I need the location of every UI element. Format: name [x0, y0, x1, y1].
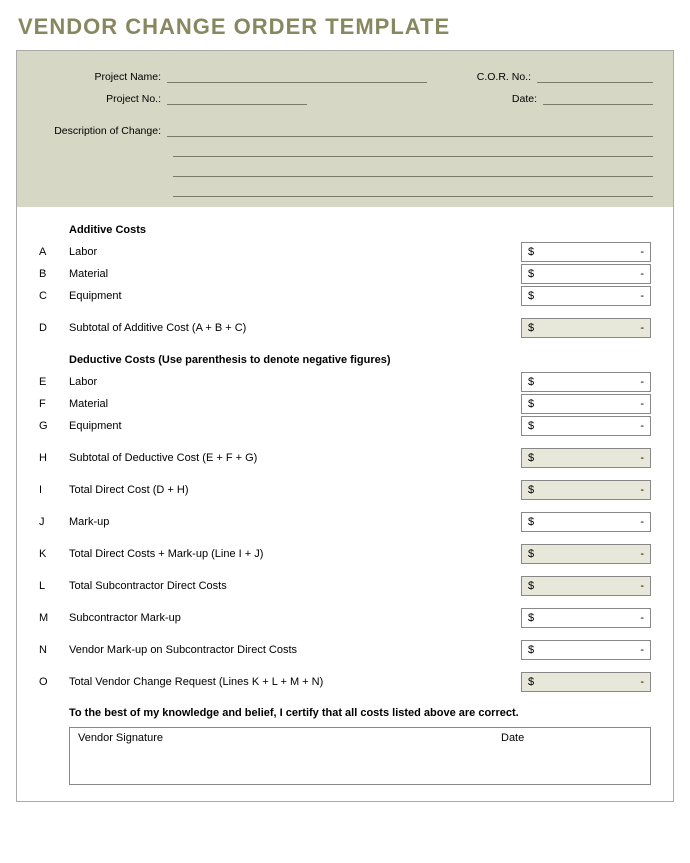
row-c-value[interactable]: $- [521, 286, 651, 306]
row-m-code: M [39, 612, 69, 624]
row-a: A Labor $- [39, 241, 651, 263]
row-c-code: C [39, 290, 69, 302]
row-a-label: Labor [69, 246, 521, 258]
row-d-value[interactable]: $- [521, 318, 651, 338]
description-field-line3[interactable] [173, 157, 653, 177]
row-i-label: Total Direct Cost (D + H) [69, 484, 521, 496]
row-o-label: Total Vendor Change Request (Lines K + L… [69, 676, 521, 688]
row-h-label: Subtotal of Deductive Cost (E + F + G) [69, 452, 521, 464]
row-d: D Subtotal of Additive Cost (A + B + C) … [39, 317, 651, 339]
row-f-label: Material [69, 398, 521, 410]
row-k-label: Total Direct Costs + Mark-up (Line I + J… [69, 548, 521, 560]
deductive-costs-heading-text: Deductive Costs (Use parenthesis to deno… [69, 354, 651, 366]
description-field-line4[interactable] [173, 177, 653, 197]
row-h: H Subtotal of Deductive Cost (E + F + G)… [39, 447, 651, 469]
row-k-code: K [39, 548, 69, 560]
row-f-value[interactable]: $- [521, 394, 651, 414]
row-a-code: A [39, 246, 69, 258]
row-n: N Vendor Mark-up on Subcontractor Direct… [39, 639, 651, 661]
deductive-costs-heading: Deductive Costs (Use parenthesis to deno… [39, 349, 651, 371]
row-m-label: Subcontractor Mark-up [69, 612, 521, 624]
row-j: J Mark-up $- [39, 511, 651, 533]
page-title: VENDOR CHANGE ORDER TEMPLATE [0, 0, 690, 50]
project-no-field[interactable] [167, 91, 307, 105]
cor-no-label: C.O.R. No.: [427, 71, 537, 83]
row-a-value[interactable]: $- [521, 242, 651, 262]
row-j-label: Mark-up [69, 516, 521, 528]
vendor-signature-label: Vendor Signature [78, 732, 501, 784]
description-field-line2[interactable] [173, 137, 653, 157]
row-b-code: B [39, 268, 69, 280]
row-l: L Total Subcontractor Direct Costs $- [39, 575, 651, 597]
row-g: G Equipment $- [39, 415, 651, 437]
form-frame: Project Name: C.O.R. No.: Project No.: D… [16, 50, 674, 802]
row-o: O Total Vendor Change Request (Lines K +… [39, 671, 651, 693]
certify-statement: To the best of my knowledge and belief, … [69, 707, 651, 719]
row-n-label: Vendor Mark-up on Subcontractor Direct C… [69, 644, 521, 656]
signature-date-label: Date [501, 732, 642, 784]
row-g-code: G [39, 420, 69, 432]
project-no-label: Project No.: [37, 93, 167, 105]
row-l-code: L [39, 580, 69, 592]
row-i-value[interactable]: $- [521, 480, 651, 500]
row-i: I Total Direct Cost (D + H) $- [39, 479, 651, 501]
date-label: Date: [483, 93, 543, 105]
row-b-label: Material [69, 268, 521, 280]
row-n-value[interactable]: $- [521, 640, 651, 660]
row-d-code: D [39, 322, 69, 334]
header-row-2: Project No.: Date: [37, 91, 653, 105]
row-j-code: J [39, 516, 69, 528]
row-k: K Total Direct Costs + Mark-up (Line I +… [39, 543, 651, 565]
additive-costs-heading: Additive Costs [39, 219, 651, 241]
row-e-code: E [39, 376, 69, 388]
row-n-code: N [39, 644, 69, 656]
row-i-code: I [39, 484, 69, 496]
row-g-label: Equipment [69, 420, 521, 432]
row-b-value[interactable]: $- [521, 264, 651, 284]
row-e: E Labor $- [39, 371, 651, 393]
row-c: C Equipment $- [39, 285, 651, 307]
signature-box[interactable]: Vendor Signature Date [69, 727, 651, 785]
date-field[interactable] [543, 91, 653, 105]
body-block: Additive Costs A Labor $- B Material $- … [17, 207, 673, 801]
description-field-line1[interactable] [167, 123, 653, 137]
row-k-value[interactable]: $- [521, 544, 651, 564]
row-o-code: O [39, 676, 69, 688]
row-l-value[interactable]: $- [521, 576, 651, 596]
header-block: Project Name: C.O.R. No.: Project No.: D… [17, 51, 673, 207]
row-g-value[interactable]: $- [521, 416, 651, 436]
cor-no-field[interactable] [537, 69, 653, 83]
description-row: Description of Change: [37, 123, 653, 137]
row-e-label: Labor [69, 376, 521, 388]
project-name-field[interactable] [167, 69, 427, 83]
row-j-value[interactable]: $- [521, 512, 651, 532]
row-m: M Subcontractor Mark-up $- [39, 607, 651, 629]
row-f-code: F [39, 398, 69, 410]
project-name-label: Project Name: [37, 71, 167, 83]
row-h-code: H [39, 452, 69, 464]
row-h-value[interactable]: $- [521, 448, 651, 468]
row-m-value[interactable]: $- [521, 608, 651, 628]
row-d-label: Subtotal of Additive Cost (A + B + C) [69, 322, 521, 334]
row-c-label: Equipment [69, 290, 521, 302]
row-b: B Material $- [39, 263, 651, 285]
row-f: F Material $- [39, 393, 651, 415]
row-o-value[interactable]: $- [521, 672, 651, 692]
row-l-label: Total Subcontractor Direct Costs [69, 580, 521, 592]
header-row-1: Project Name: C.O.R. No.: [37, 69, 653, 83]
description-label: Description of Change: [37, 125, 167, 137]
row-e-value[interactable]: $- [521, 372, 651, 392]
additive-costs-heading-text: Additive Costs [69, 224, 651, 236]
